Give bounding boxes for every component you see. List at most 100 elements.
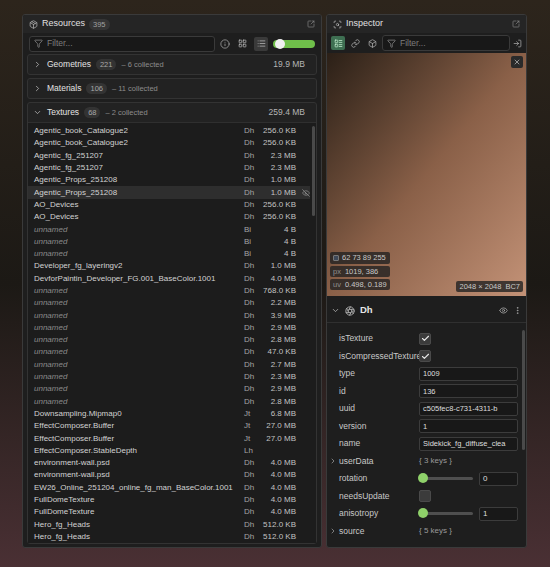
texture-row[interactable]: unnamedDh2.9 MB — [28, 322, 310, 334]
slider-thumb[interactable] — [275, 39, 285, 49]
section-collected: – 6 collected — [121, 59, 163, 70]
texture-row[interactable]: unnamedDh768.0 KB — [28, 285, 310, 297]
texture-row[interactable]: unnamedDh2.7 MB — [28, 359, 310, 371]
more-icon[interactable] — [513, 306, 522, 315]
texture-row[interactable]: Developer_fg_layeringv2Dh1.0 MB — [28, 260, 310, 272]
section-header[interactable]: Geometries221– 6 collected19.9 MB — [28, 55, 316, 74]
property-field[interactable]: 1 — [479, 507, 518, 521]
texture-row[interactable]: Hero_fg_HeadsDh512.0 KB — [28, 519, 310, 531]
view-mode-button[interactable] — [235, 37, 249, 51]
apply-icon[interactable] — [513, 39, 522, 48]
texture-row[interactable]: Agentic_fg_251207Dh2.3 MB — [28, 150, 310, 162]
texture-name: Agentic_book_Catalogue2 — [34, 137, 244, 149]
texture-row[interactable]: FullDomeTextureDh4.0 MB — [28, 506, 310, 518]
texture-row[interactable]: AO_DevicesDh256.0 KB — [28, 211, 310, 223]
property-checkbox[interactable] — [419, 333, 431, 345]
texture-row[interactable]: AO_DevicesDh256.0 KB — [28, 199, 310, 211]
texture-row[interactable]: unnamedBi4 B — [28, 223, 310, 235]
slider-thumb[interactable] — [418, 473, 428, 483]
scrollbar[interactable] — [520, 330, 526, 547]
property-label: source — [339, 525, 419, 538]
texture-row[interactable]: Downsampling.Mipmap0Jt6.8 MB — [28, 408, 310, 420]
section-name: Textures — [47, 106, 79, 119]
texture-row[interactable]: unnamedDh3.9 MB — [28, 309, 310, 321]
texture-row[interactable]: Agentic_book_Catalogue2Dh256.0 KB — [28, 137, 310, 149]
section-header[interactable]: Materials106– 11 collected — [28, 79, 316, 98]
texture-row[interactable]: unnamedBi4 B — [28, 236, 310, 248]
property-field[interactable]: 136 — [419, 384, 518, 398]
property-row: nameSidekick_fg_diffuse_clea — [327, 435, 520, 453]
texture-row[interactable]: environment-wall.psdDh4.0 MB — [28, 469, 310, 481]
texture-row[interactable]: EW26_Online_251204_online_fg_man_BaseCol… — [28, 482, 310, 494]
property-slider[interactable] — [423, 477, 473, 480]
size-slider[interactable] — [273, 40, 315, 48]
texture-size: 4.0 MB — [260, 506, 296, 518]
filter-row: Filter... — [23, 33, 321, 54]
property-slider[interactable] — [423, 512, 473, 515]
close-button[interactable] — [511, 56, 523, 68]
visibility-icon[interactable] — [499, 306, 508, 315]
texture-row[interactable]: environment-wall.psdDh4.0 MB — [28, 457, 310, 469]
inspector-filter[interactable]: Filter... — [382, 35, 510, 51]
section-name: Materials — [47, 82, 81, 95]
texture-row[interactable]: Agentic_Props_251208Dh1.0 MB — [28, 186, 310, 198]
texture-row[interactable]: Agentic_fg_251207Dh2.3 MB — [28, 162, 310, 174]
texture-size: 2.9 MB — [260, 383, 296, 395]
filter-icon — [387, 39, 396, 48]
section-header[interactable]: Textures68– 2 collected259.4 MB — [28, 103, 316, 122]
expand-icon[interactable] — [329, 457, 337, 465]
texture-name: environment-wall.psd — [34, 469, 244, 481]
hide-icon[interactable] — [302, 189, 310, 197]
panel-header: Resources395 — [23, 15, 321, 33]
expand-icon[interactable] — [329, 527, 337, 535]
texture-row[interactable]: Agentic_Props_251208Dh1.0 MB — [28, 174, 310, 186]
tool-button[interactable] — [331, 36, 345, 50]
texture-row[interactable]: EffectComposer.BufferJt27.0 MB — [28, 432, 310, 444]
popout-icon[interactable] — [307, 20, 315, 28]
texture-row[interactable]: EffectComposer.BufferJt27.0 MB — [28, 420, 310, 432]
texture-row[interactable]: EffectComposer.StableDepthLh — [28, 445, 310, 457]
texture-name: unnamed — [34, 383, 244, 395]
texture-row[interactable]: unnamedDh2.9 MB — [28, 383, 310, 395]
texture-type: Dh — [244, 137, 260, 149]
texture-row[interactable]: FullDomeTextureDh4.0 MB — [28, 494, 310, 506]
texture-size: 2.8 MB — [260, 396, 296, 408]
scrollbar[interactable] — [310, 123, 316, 543]
slider-thumb[interactable] — [418, 508, 428, 518]
texture-size: 6.8 MB — [260, 408, 296, 420]
property-field[interactable]: 1009 — [419, 367, 518, 381]
property-field[interactable]: 1 — [419, 419, 518, 433]
texture-row[interactable]: unnamedDh2.8 MB — [28, 396, 310, 408]
texture-row[interactable]: unnamedBi4 B — [28, 248, 310, 260]
property-field[interactable]: 0 — [479, 472, 518, 486]
popout-icon[interactable] — [512, 20, 520, 28]
texture-row[interactable]: unnamedDh2.3 MB — [28, 371, 310, 383]
texture-row[interactable]: unnamedDh47.0 KB — [28, 346, 310, 358]
texture-row[interactable]: unnamedDh2.8 MB — [28, 334, 310, 346]
info-icon[interactable] — [220, 39, 230, 49]
property-field[interactable]: c505fec8-c731-4311-b — [419, 402, 518, 416]
texture-name: Agentic_fg_251207 — [34, 150, 244, 162]
texture-name: unnamed — [34, 322, 244, 334]
texture-size: 4.0 MB — [260, 469, 296, 481]
filter-placeholder: Filter... — [47, 37, 73, 50]
texture-row[interactable]: DevforPaintin_Developer_FG.001_BaseColor… — [28, 273, 310, 285]
tool-button[interactable] — [348, 36, 362, 50]
property-row: userData{ 3 keys } — [327, 453, 520, 471]
texture-name: Downsampling.Mipmap0 — [34, 408, 244, 420]
property-row: id136 — [327, 383, 520, 401]
texture-row[interactable]: Agentic_book_Catalogue2Dh256.0 KB — [28, 125, 310, 137]
property-checkbox[interactable] — [419, 350, 431, 362]
filter-icon — [34, 39, 43, 48]
resources-filter[interactable]: Filter... — [29, 36, 215, 52]
property-field[interactable]: Sidekick_fg_diffuse_clea — [419, 437, 518, 451]
format: BC7 — [505, 281, 520, 292]
resource-section: Textures68– 2 collected259.4 MB Agentic_b… — [27, 102, 317, 544]
pixel-info: 62 73 89 255px1019, 386uv0.498, 0.189 — [330, 252, 390, 290]
tool-button[interactable] — [365, 36, 379, 50]
object-header[interactable]: Dh — [327, 299, 526, 323]
texture-row[interactable]: unnamedDh2.2 MB — [28, 297, 310, 309]
view-mode-button[interactable] — [254, 37, 268, 51]
property-checkbox[interactable] — [419, 490, 431, 502]
texture-row[interactable]: Hero_fg_HeadsDh512.0 KB — [28, 531, 310, 543]
